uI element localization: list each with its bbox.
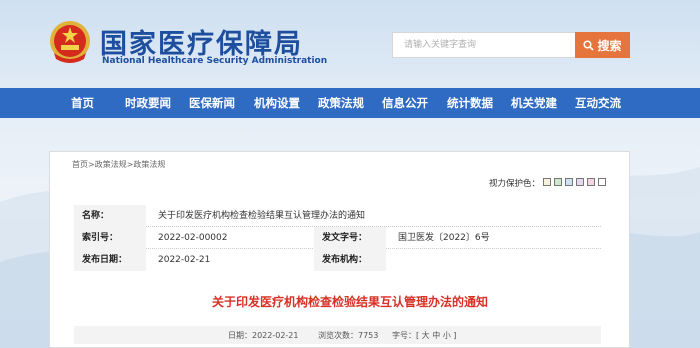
search-button-label: 搜索 — [597, 38, 622, 53]
search-icon — [583, 39, 595, 51]
color-swatch-pink[interactable] — [587, 178, 595, 186]
nav-item-party[interactable]: 机关党建 — [511, 88, 557, 118]
national-emblem-icon — [50, 21, 90, 63]
publish-date: 日期：2022-02-21 — [228, 331, 299, 340]
nav-item-home[interactable]: 首页 — [71, 88, 94, 118]
document-title: 关于印发医疗机构检查检验结果互认管理办法的通知 — [211, 295, 488, 309]
view-count: 浏览次数：7753 — [318, 331, 379, 340]
docno-label: 发文字号： — [314, 227, 386, 249]
org-value — [390, 249, 398, 271]
nav-item-policy[interactable]: 政策法规 — [318, 88, 364, 118]
font-size-selector[interactable]: 字号：[ 大 中 小 ] — [392, 330, 456, 341]
name-value: 关于印发医疗机构检查检验结果互认管理办法的通知 — [158, 211, 366, 221]
index-label: 索引号： — [74, 227, 146, 249]
info-row-date: 发布日期： 2022-02-21 发布机构： — [74, 249, 601, 271]
name-label: 名称： — [74, 205, 146, 227]
color-swatch-white[interactable] — [598, 178, 606, 186]
breadcrumb[interactable]: 首页>政策法规>政策法规 — [72, 159, 165, 170]
vision-protect-label: 视力保护色： — [489, 179, 541, 189]
color-swatch-purple[interactable] — [576, 178, 584, 186]
nav-item-news[interactable]: 时政要闻 — [125, 88, 171, 118]
org-label: 发布机构： — [314, 249, 386, 271]
search-button[interactable]: 搜索 — [575, 32, 630, 58]
color-swatch-blue[interactable] — [565, 178, 573, 186]
nav-item-statistics[interactable]: 统计数据 — [447, 88, 493, 118]
info-row-index: 索引号： 2022-02-00002 发文字号： 国卫医发〔2022〕6号 — [74, 227, 601, 249]
site-title-english: National Healthcare Security Administrat… — [102, 56, 328, 66]
main-nav: 首页 时政要闻 医保新闻 机构设置 政策法规 信息公开 统计数据 机关党建 互动… — [0, 88, 700, 118]
index-value: 2022-02-00002 — [158, 233, 228, 243]
site-header: 国家医疗保障局 National Healthcare Security Adm… — [0, 0, 700, 88]
color-swatch-green[interactable] — [554, 178, 562, 186]
date-value: 2022-02-21 — [158, 255, 211, 265]
nav-item-disclosure[interactable]: 信息公开 — [382, 88, 428, 118]
nav-item-organization[interactable]: 机构设置 — [254, 88, 300, 118]
color-swatch-yellow[interactable] — [543, 178, 551, 186]
nav-item-insurance-news[interactable]: 医保新闻 — [189, 88, 235, 118]
search-input[interactable]: 请输入关键字查询 — [392, 32, 575, 58]
date-label: 发布日期： — [74, 249, 146, 271]
info-row-name: 名称： 关于印发医疗机构检查检验结果互认管理办法的通知 — [74, 205, 601, 227]
nav-item-interaction[interactable]: 互动交流 — [575, 88, 621, 118]
docno-value: 国卫医发〔2022〕6号 — [398, 233, 490, 243]
